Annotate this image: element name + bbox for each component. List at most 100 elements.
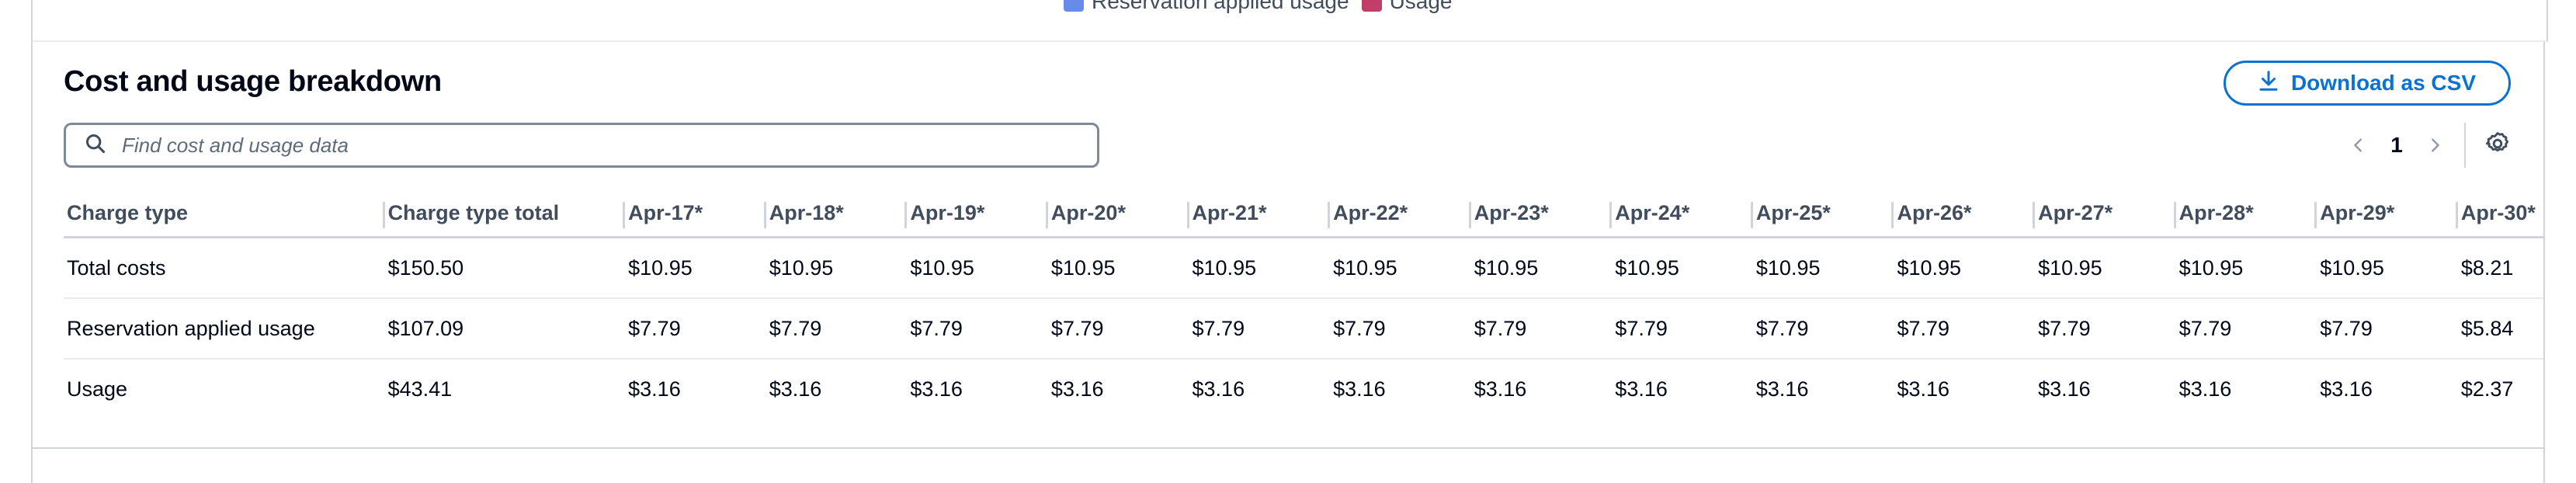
table-cell-value: $3.16 [1474,377,1527,401]
column-header[interactable]: Apr-19* [907,189,1048,238]
column-header-label: Apr-18* [769,200,844,224]
table-cell-value: $3.16 [2178,377,2232,401]
table-cell-value: $7.79 [1612,298,1753,360]
panel-title: Cost and usage breakdown [64,65,442,98]
column-header-label: Charge type [67,200,189,224]
column-header-label: Apr-21* [1192,200,1267,224]
table-cell-value: $3.16 [1615,377,1668,401]
table-cell-value: $3.16 [910,377,963,401]
column-header-label: Apr-20* [1050,200,1126,224]
column-header-label: Apr-24* [1615,200,1690,224]
table-cell-value: $150.50 [384,237,626,299]
table-row: Total costs $150.50 $10.95 $10.95 $10.95 $10.… [64,237,2543,299]
column-header[interactable]: Apr-26* [1894,189,2036,238]
table-cell-value: $10.95 [1612,237,1753,299]
table-cell-charge-type: Usage [67,377,128,401]
table-cell-value: $3.16 [1192,377,1245,401]
table-cell-value: $107.09 [384,298,626,360]
column-header[interactable]: Apr-25* [1752,189,1894,238]
table-cell-value: $10.95 [1470,237,1613,299]
table-cell-value: $10.95 [766,237,908,299]
column-header[interactable]: Apr-24* [1612,189,1753,238]
cost-usage-breakdown-panel: Cost and usage breakdown Download as CSV… [31,42,2545,449]
column-header[interactable]: Apr-23* [1470,189,1613,238]
table-cell-value: $10.95 [1330,237,1471,299]
pagination: 1 [2343,123,2511,168]
column-header-label: Charge type total [387,200,560,224]
next-page-icon[interactable] [2419,130,2450,161]
chart-container-bottom: Reservation applied usage Usage [31,0,2548,42]
table-cell-value: $10.95 [1047,237,1189,299]
download-icon [2257,69,2280,98]
table-row: Reservation applied usage $107.09 $7.79 $7.… [64,298,2543,360]
column-header[interactable]: Apr-22* [1330,189,1471,238]
column-header-label: Apr-22* [1333,200,1408,224]
column-header-label: Apr-28* [2178,200,2254,224]
table-cell-value: $7.79 [1470,298,1613,360]
column-header-label: Apr-29* [2320,200,2395,224]
previous-page-icon[interactable] [2343,130,2374,161]
table-cell-value: $7.79 [2317,298,2458,360]
column-header-label: Apr-26* [1897,200,1972,224]
table-cell-value: $7.79 [1330,298,1471,360]
table-cell-value: $10.95 [1894,237,2036,299]
column-header[interactable]: Apr-30* [2457,189,2543,238]
legend-swatch-icon [1064,0,1084,12]
table-cell-value: $3.16 [1333,377,1386,401]
table-cell-value: $7.79 [2035,298,2176,360]
table-cell-charge-type: Reservation applied usage [64,298,385,360]
table-cell-value: $3.16 [1897,377,1950,401]
column-header-label: Apr-23* [1474,200,1549,224]
download-label: Download as CSV [2290,71,2476,95]
table-cell-value: $10.95 [1752,237,1894,299]
table-cell-value: $8.21 [2457,237,2543,299]
table-cell-value: $7.79 [1189,298,1331,360]
table-cell-value: $3.16 [628,377,681,401]
table-cell-value: $5.84 [2457,298,2543,360]
table-cell-value: $7.79 [766,298,908,360]
search-input[interactable] [120,132,1055,158]
column-header-label: Apr-30* [2460,200,2536,224]
table-cell-value: $3.16 [769,377,822,401]
current-page-number[interactable]: 1 [2374,133,2419,158]
column-header-label: Apr-27* [2038,200,2113,224]
column-header[interactable]: Apr-20* [1047,189,1189,238]
column-header[interactable]: Apr-18* [766,189,908,238]
legend-swatch-icon [1361,0,1382,12]
legend-item-usage[interactable]: Usage [1361,0,1453,14]
table-cell-value: $7.79 [625,298,766,360]
table-cell-charge-type: Total costs [64,237,385,299]
table-header-row: Charge type Charge type total Apr-17* Ap… [64,189,2543,238]
settings-gear-icon[interactable] [2484,130,2511,161]
table-cell-value: $3.16 [1755,377,1809,401]
column-header-label: Apr-19* [910,200,985,224]
table-cell-value: $10.95 [907,237,1048,299]
next-panel-top [31,449,2545,483]
column-header[interactable]: Apr-29* [2317,189,2458,238]
table-cell-value: $3.16 [2038,377,2091,401]
legend-item-reservation[interactable]: Reservation applied usage [1064,0,1349,14]
column-header[interactable]: Apr-21* [1189,189,1331,238]
table-cell-value: $7.79 [1752,298,1894,360]
table-cell-value: $10.95 [625,237,766,299]
table-cell-value: $10.95 [2035,237,2176,299]
table-cell-value: $10.95 [2317,237,2458,299]
column-header[interactable]: Charge type total [384,189,626,238]
table-cell-value: $43.41 [387,377,453,401]
column-header[interactable]: Apr-28* [2175,189,2317,238]
cost-usage-table: Charge type Charge type total Apr-17* Ap… [64,189,2543,419]
table-cell-value: $7.79 [2175,298,2317,360]
column-header[interactable]: Apr-27* [2035,189,2176,238]
table-cell-value: $7.79 [1047,298,1189,360]
legend-label: Usage [1389,0,1453,13]
download-csv-button[interactable]: Download as CSV [2223,61,2511,106]
search-field[interactable] [64,123,1099,168]
table-cell-value: $2.37 [2460,377,2514,401]
column-header[interactable]: Charge type [64,189,385,238]
table-row: Usage $43.41 $3.16 $3.16 $3.16 $3.16 $3.16 $3.1… [64,359,2543,419]
legend-label: Reservation applied usage [1092,0,1349,13]
column-header[interactable]: Apr-17* [625,189,766,238]
search-icon [85,133,106,158]
chart-legend: Reservation applied usage Usage [1064,0,1453,14]
pager-divider [2464,123,2466,168]
